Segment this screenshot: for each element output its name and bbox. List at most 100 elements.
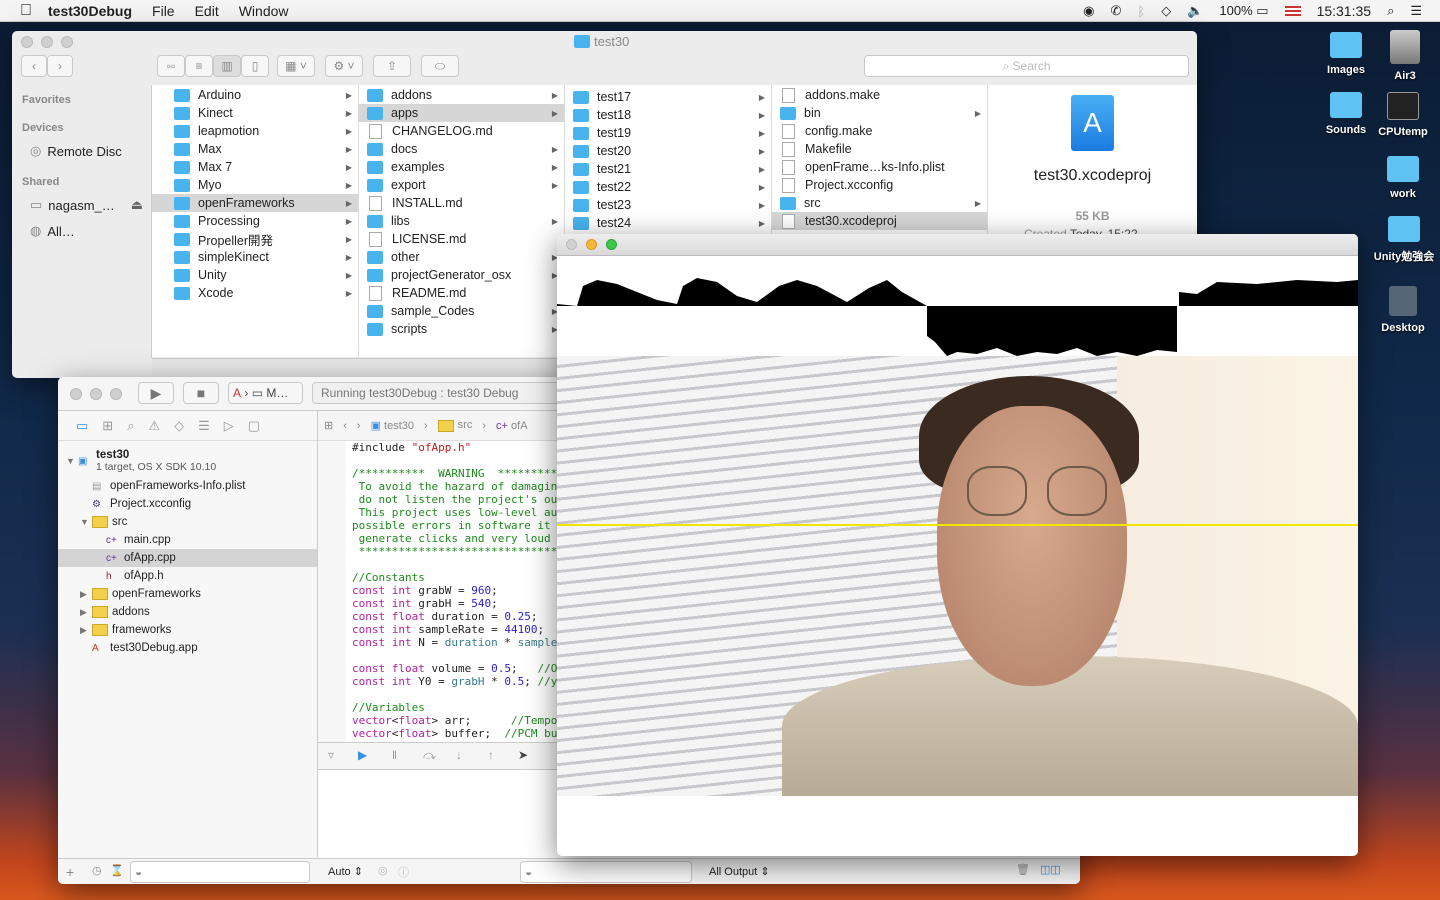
finder-item[interactable]: addons.make [772, 86, 987, 104]
finder-item[interactable]: docs ▶ [359, 140, 564, 158]
finder-item[interactable]: test22 ▶ [565, 178, 771, 196]
zoom-button[interactable] [606, 239, 617, 250]
battery-icon[interactable]: ▭ [1256, 3, 1268, 18]
hide-debug-area-icon[interactable]: ▿ [328, 748, 334, 762]
split-view-icon[interactable]: ◫◫ [1040, 863, 1061, 876]
back-button[interactable]: ‹ [21, 55, 47, 77]
finder-item[interactable]: test30.xcodeproj [772, 212, 987, 230]
breakpoint-navigator-icon[interactable]: ▷ [224, 418, 234, 434]
add-icon[interactable]: + [66, 864, 74, 880]
finder-item[interactable]: addons ▶ [359, 86, 564, 104]
finder-item[interactable]: scripts ▶ [359, 320, 564, 338]
sidebar-item-nagasm[interactable]: ▭ nagasm_… ⏏ [30, 197, 143, 213]
menu-edit[interactable]: Edit [195, 3, 219, 19]
finder-item[interactable]: bin ▶ [772, 104, 987, 122]
navigator-item[interactable]: c+ ofApp.cpp [58, 549, 317, 567]
finder-item[interactable]: Project.xcconfig [772, 176, 987, 194]
finder-item[interactable]: CHANGELOG.md [359, 122, 564, 140]
desktop-icon-air3[interactable]: Air3 [1370, 30, 1440, 82]
close-button[interactable] [70, 388, 82, 400]
finder-item[interactable]: Propeller開発 ▶ [152, 230, 358, 248]
desktop-icon-unity[interactable]: Unity勉強会 [1368, 216, 1440, 264]
navigator-item[interactable]: ▼ ▣ test30 1 target, OS X SDK 10.10 [58, 445, 317, 477]
disclosure-triangle-icon[interactable]: ▼ [80, 517, 92, 527]
test-navigator-icon[interactable]: ◇ [174, 418, 184, 434]
back-icon[interactable]: ‹ [343, 420, 347, 432]
finder-item[interactable]: LICENSE.md [359, 230, 564, 248]
wifi-icon[interactable]: ◇ [1161, 3, 1171, 19]
close-button[interactable] [21, 36, 33, 48]
finder-item[interactable]: Myo ▶ [152, 176, 358, 194]
disclosure-triangle-icon[interactable]: ▶ [80, 589, 92, 600]
step-into-icon[interactable]: ↓ [456, 748, 462, 762]
breadcrumb-file[interactable]: c+ ofA [496, 420, 528, 432]
navigator-filter-field[interactable]: ◒ [130, 861, 310, 883]
finder-item[interactable]: simpleKinect ▶ [152, 248, 358, 266]
phone-icon[interactable]: ✆ [1110, 3, 1121, 19]
navigator-item[interactable]: ▤ openFrameworks-Info.plist [58, 477, 317, 495]
menu-app-name[interactable]: test30Debug [48, 3, 132, 19]
sidebar-item-all[interactable]: ◍ All… [30, 223, 75, 239]
minimize-button[interactable] [41, 36, 53, 48]
navigator-item[interactable]: h ofApp.h [58, 567, 317, 585]
breadcrumb-src[interactable]: src [437, 419, 472, 432]
related-items-icon[interactable]: ⊞ [324, 419, 333, 432]
list-view-button[interactable]: ≡ [185, 55, 213, 77]
zoom-button[interactable] [61, 36, 73, 48]
finder-item[interactable]: export ▶ [359, 176, 564, 194]
finder-item[interactable]: openFrameworks ▶ [152, 194, 358, 212]
location-icon[interactable]: ➤ [518, 748, 528, 762]
finder-item[interactable]: openFrame…ks-Info.plist [772, 158, 987, 176]
navigator-item[interactable]: ▶ frameworks [58, 621, 317, 639]
disclosure-triangle-icon[interactable]: ▶ [80, 607, 92, 618]
finder-item[interactable]: leapmotion ▶ [152, 122, 358, 140]
menu-file[interactable]: File [152, 3, 175, 19]
eject-icon[interactable]: ⏏ [131, 197, 143, 213]
scm-filter-icon[interactable]: ⌛ [110, 864, 124, 877]
action-gear-button[interactable]: ⚙ ˅ [325, 55, 363, 77]
desktop-icon-cputemp[interactable]: CPUtemp [1368, 92, 1438, 138]
close-button[interactable] [566, 239, 577, 250]
finder-item[interactable]: src ▶ [772, 194, 987, 212]
tag-button[interactable]: ⬭ [421, 55, 459, 77]
finder-item[interactable]: test17 ▶ [565, 88, 771, 106]
finder-item[interactable]: INSTALL.md [359, 194, 564, 212]
recent-filter-icon[interactable]: ◷ [92, 864, 102, 877]
navigator-item[interactable]: Atest30Debug.app [58, 639, 317, 657]
spotlight-icon[interactable]: ⌕ [1387, 3, 1394, 19]
finder-item[interactable]: Max 7 ▶ [152, 158, 358, 176]
finder-item[interactable]: apps ▶ [359, 104, 564, 122]
auto-variables-selector[interactable]: Auto ⇕ [328, 865, 363, 878]
project-navigator-icon[interactable]: ▭ [76, 418, 88, 434]
finder-item[interactable]: test19 ▶ [565, 124, 771, 142]
variables-filter-field[interactable]: ◒ [520, 861, 692, 883]
info-icon[interactable]: ⓘ [398, 864, 409, 880]
search-field[interactable]: ⌕ Search [864, 55, 1189, 77]
navigator-item[interactable]: ⚙ Project.xcconfig [58, 495, 317, 513]
notification-center-icon[interactable]: ☰ [1410, 3, 1422, 19]
quicklook-icon[interactable]: ◎ [378, 864, 388, 877]
finder-item[interactable]: test20 ▶ [565, 142, 771, 160]
finder-item[interactable]: Max ▶ [152, 140, 358, 158]
finder-item[interactable]: Xcode ▶ [152, 284, 358, 302]
breakpoints-toggle-icon[interactable]: ▶ [358, 748, 367, 762]
run-button[interactable]: ▶ [138, 382, 174, 404]
finder-item[interactable]: libs ▶ [359, 212, 564, 230]
disclosure-triangle-icon[interactable]: ▼ [66, 456, 78, 466]
pause-icon[interactable]: ‖ [392, 748, 397, 762]
navigator-item[interactable]: ▶ addons [58, 603, 317, 621]
minimize-button[interactable] [586, 239, 597, 250]
navigator-item[interactable]: ▶ openFrameworks [58, 585, 317, 603]
desktop-icon-work[interactable]: work [1368, 156, 1438, 200]
finder-item[interactable]: other ▶ [359, 248, 564, 266]
scheme-selector[interactable]: A › ▭ M… [228, 382, 303, 404]
minimize-button[interactable] [90, 388, 102, 400]
coverflow-view-button[interactable]: ▯ [241, 55, 269, 77]
step-over-icon[interactable]: ⤼ [423, 748, 436, 763]
record-icon[interactable]: ◉ [1083, 3, 1094, 19]
finder-item[interactable]: Kinect ▶ [152, 104, 358, 122]
finder-item[interactable]: test23 ▶ [565, 196, 771, 214]
arrange-button[interactable]: ▦ ˅ [277, 55, 315, 77]
trash-icon[interactable]: 🗑 [1016, 863, 1030, 876]
output-selector[interactable]: All Output ⇕ [709, 865, 770, 878]
